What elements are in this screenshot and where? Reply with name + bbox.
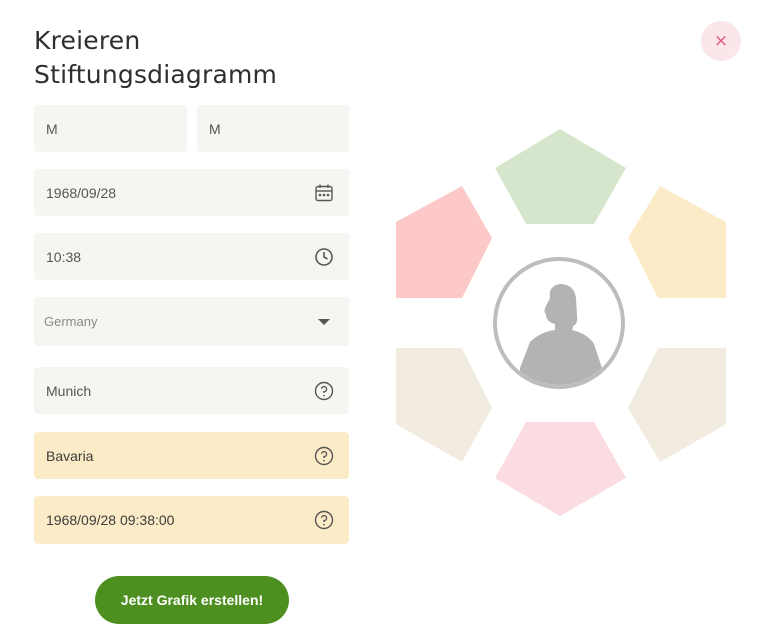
person-silhouette-icon	[493, 257, 625, 389]
country-select[interactable]: Germany	[34, 297, 349, 346]
help-icon[interactable]	[313, 380, 335, 402]
birth-date-value: 1968/09/28	[46, 184, 117, 201]
help-icon[interactable]	[313, 445, 335, 467]
caret-down-icon[interactable]	[313, 311, 335, 333]
close-icon: ×	[713, 31, 729, 51]
birth-time-field[interactable]: 10:38	[34, 233, 349, 280]
region-value: Bavaria	[46, 447, 94, 464]
create-chart-label: Jetzt Grafik erstellen!	[120, 592, 264, 608]
first-name-field[interactable]: M	[34, 105, 187, 152]
city-value: Munich	[46, 382, 92, 399]
segment-bottom	[495, 422, 626, 516]
local-datetime-value: 1968/09/28 09:38:00	[46, 512, 175, 528]
close-button[interactable]: ×	[701, 21, 741, 61]
birth-date-field[interactable]: 1968/09/28	[34, 169, 349, 216]
birth-time-value: 10:38	[46, 248, 82, 265]
title-line-2: Stiftungsdiagramm	[34, 60, 278, 89]
first-name-value: M	[46, 120, 58, 137]
segment-upper-right	[628, 186, 726, 298]
last-name-value: M	[209, 120, 221, 137]
help-icon[interactable]	[313, 509, 335, 531]
segment-top	[495, 129, 626, 224]
city-field[interactable]: Munich	[34, 367, 349, 414]
foundation-chart-graphic	[396, 129, 726, 516]
region-field[interactable]: Bavaria	[34, 432, 349, 479]
page-title: Kreieren Stiftungsdiagramm	[34, 24, 277, 92]
local-datetime-field[interactable]: 1968/09/28 09:38:00	[34, 496, 349, 544]
segment-lower-left	[396, 348, 492, 462]
create-chart-button[interactable]: Jetzt Grafik erstellen!	[95, 576, 289, 624]
title-line-1: Kreieren	[34, 26, 141, 55]
chart-creator-dialog: Kreieren Stiftungsdiagramm × M M 1968/09…	[0, 0, 768, 639]
country-value: Germany	[44, 314, 98, 329]
clock-icon[interactable]	[313, 246, 335, 268]
segment-lower-right	[628, 348, 726, 462]
segment-upper-left	[396, 186, 492, 298]
last-name-field[interactable]: M	[197, 105, 349, 152]
calendar-icon[interactable]	[313, 182, 335, 204]
